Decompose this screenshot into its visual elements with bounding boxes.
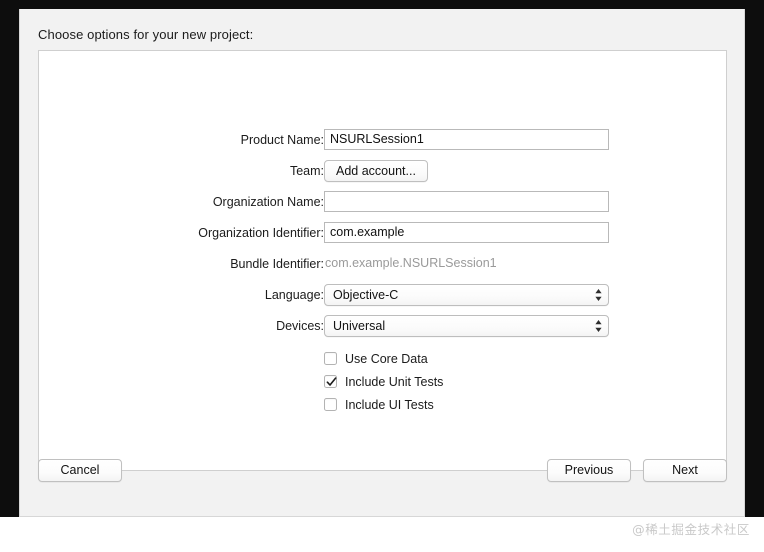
checkbox-row-include-unit-tests[interactable]: Include Unit Tests [324,372,443,391]
bundle-identifier-label: Bundle Identifier: [230,257,324,271]
product-name-input[interactable] [324,129,609,150]
organization-identifier-field-wrap [324,222,609,243]
chevron-updown-icon [594,287,603,303]
bundle-identifier-value: com.example.NSURLSession1 [325,256,497,270]
cancel-button[interactable]: Cancel [38,459,122,482]
product-name-field-wrap [324,129,609,150]
checkbox-row-include-ui-tests[interactable]: Include UI Tests [324,395,443,414]
checkbox-row-use-core-data[interactable]: Use Core Data [324,349,443,368]
organization-name-input[interactable] [324,191,609,212]
row-organization-name: Organization Name: [39,191,728,213]
previous-button[interactable]: Previous [547,459,631,482]
window-edge-left [0,0,19,517]
add-account-button[interactable]: Add account... [324,160,428,182]
language-label: Language: [264,288,324,302]
organization-identifier-label: Organization Identifier: [198,226,324,240]
use-core-data-label: Use Core Data [345,351,428,366]
devices-selected-value: Universal [333,319,386,333]
row-devices: Devices: Universal [39,315,728,337]
next-button[interactable]: Next [643,459,727,482]
window-edge-top [19,0,745,9]
devices-field-wrap: Universal [324,315,609,337]
organization-identifier-input[interactable] [324,222,609,243]
watermark: @稀土掘金技术社区 [632,522,750,537]
row-organization-identifier: Organization Identifier: [39,222,728,244]
organization-name-label: Organization Name: [212,195,324,209]
new-project-options-dialog: Choose options for your new project: Pro… [19,9,745,517]
options-content-panel: Product Name: Team: Add account... Organ… [38,50,727,471]
dialog-title: Choose options for your new project: [38,27,254,42]
use-core-data-checkbox[interactable] [324,352,337,365]
screen: Choose options for your new project: Pro… [0,0,764,552]
bundle-identifier-value-wrap: com.example.NSURLSession1 [324,253,497,274]
organization-name-field-wrap [324,191,609,212]
checkmark-icon [326,377,337,386]
chevron-updown-icon [594,318,603,334]
product-name-label: Product Name: [240,133,324,147]
row-language: Language: Objective-C [39,284,728,306]
include-unit-tests-checkbox[interactable] [324,375,337,388]
row-bundle-identifier: Bundle Identifier: com.example.NSURLSess… [39,253,728,275]
language-field-wrap: Objective-C [324,284,609,306]
team-label: Team: [289,164,324,178]
window-edge-right [745,0,764,517]
include-ui-tests-label: Include UI Tests [345,397,434,412]
language-popup-button[interactable]: Objective-C [324,284,609,306]
row-team: Team: Add account... [39,160,728,182]
language-selected-value: Objective-C [333,288,399,302]
project-options-checkbox-group: Use Core Data Include Unit Tests Include… [324,349,443,418]
include-ui-tests-checkbox[interactable] [324,398,337,411]
row-product-name: Product Name: [39,129,728,151]
devices-label: Devices: [276,319,324,333]
team-field-wrap: Add account... [324,160,428,182]
include-unit-tests-label: Include Unit Tests [345,374,444,389]
devices-popup-button[interactable]: Universal [324,315,609,337]
